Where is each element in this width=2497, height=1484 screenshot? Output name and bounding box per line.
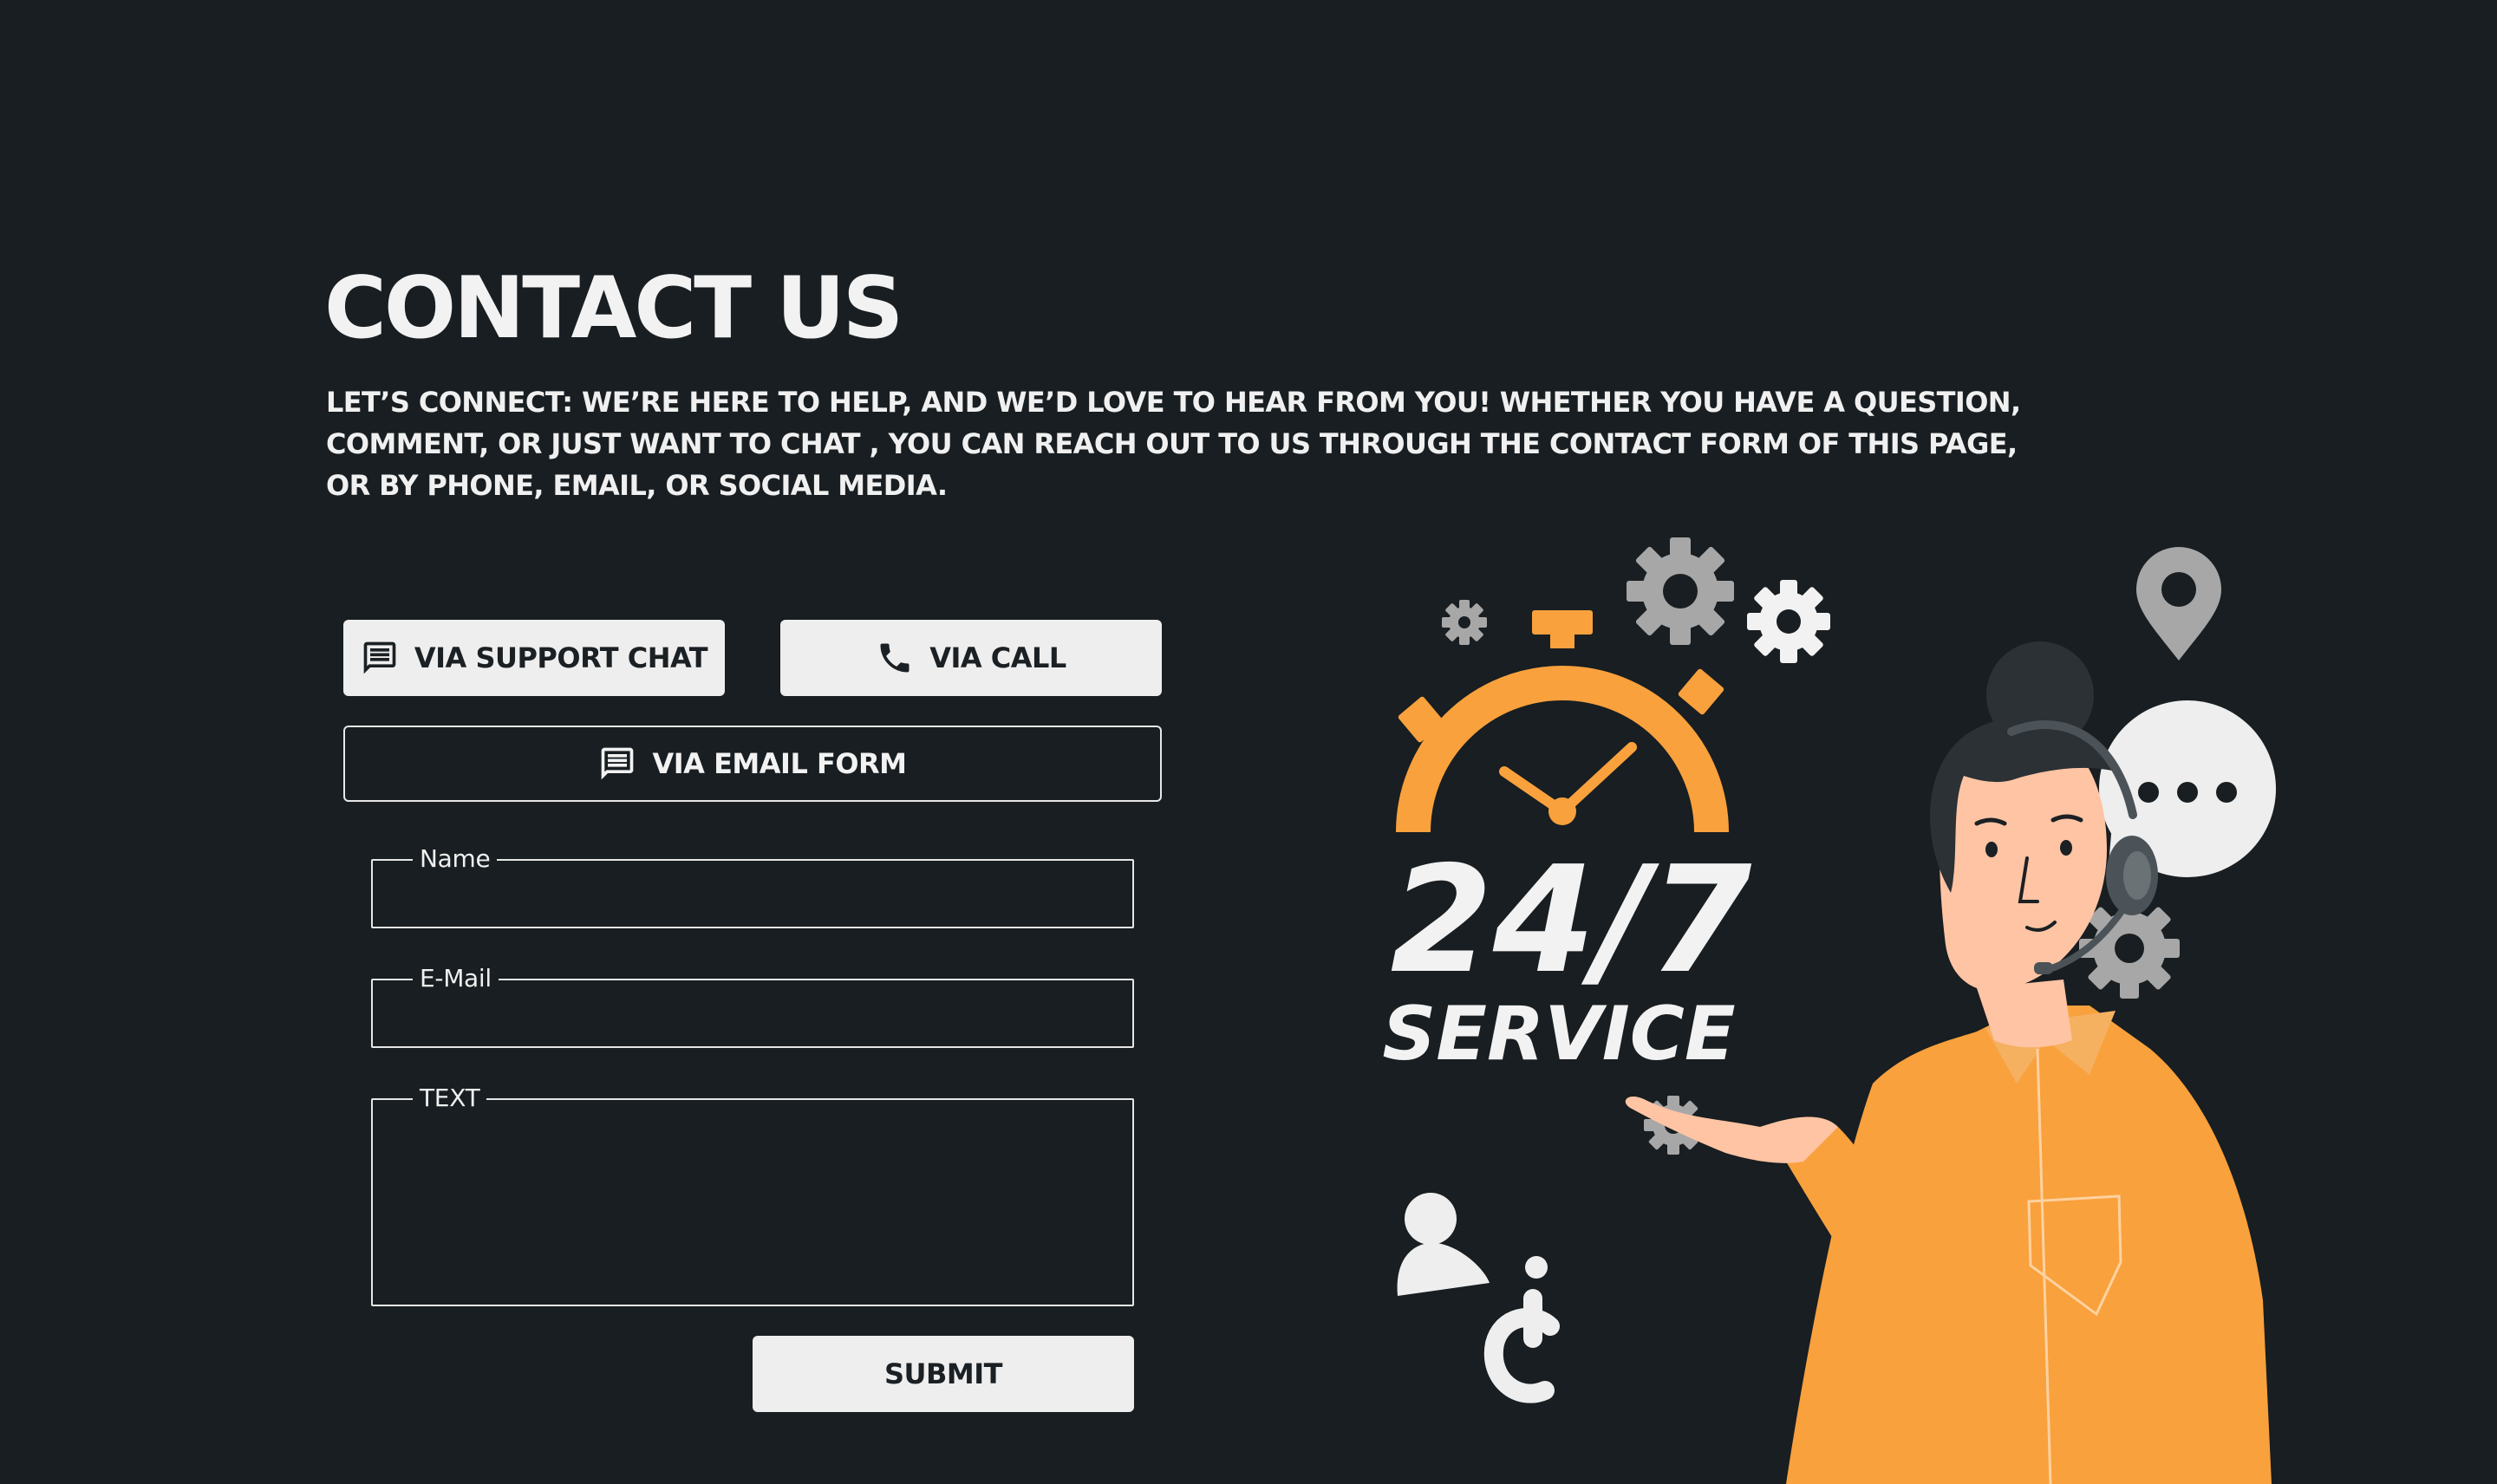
via-email-form-label: VIA EMAIL FORM <box>652 747 907 780</box>
submit-button[interactable]: SUBMIT <box>753 1336 1134 1412</box>
question-mark-icon <box>1483 1256 1560 1403</box>
via-call-label: VIA CALL <box>929 641 1066 674</box>
text-label: TEXT <box>413 1084 487 1112</box>
page-title: CONTACT US <box>324 259 903 358</box>
location-pin-icon <box>2136 547 2221 661</box>
via-support-chat-button[interactable]: VIA SUPPORT CHAT <box>343 620 725 696</box>
chat-icon <box>361 639 399 677</box>
name-label: Name <box>413 845 498 873</box>
subheadline-text: SERVICE <box>1382 991 1735 1077</box>
via-call-button[interactable]: VIA CALL <box>780 620 1162 696</box>
via-email-form-button[interactable]: VIA EMAIL FORM <box>343 726 1162 802</box>
name-field: Name <box>371 845 1134 928</box>
email-label: E-Mail <box>413 965 499 993</box>
submit-label: SUBMIT <box>884 1357 1003 1390</box>
text-field: TEXT <box>371 1084 1134 1306</box>
customer-service-illustration: 24/7 SERVICE <box>1382 537 2276 1484</box>
headline-text: 24/7 <box>1391 835 1752 1006</box>
via-support-chat-label: VIA SUPPORT CHAT <box>414 641 708 674</box>
user-icon <box>1397 1193 1490 1296</box>
phone-icon <box>876 639 914 677</box>
chat-icon <box>598 745 636 783</box>
email-field: E-Mail <box>371 965 1134 1048</box>
message-textarea[interactable] <box>373 1100 1132 1305</box>
intro-text: LET’S CONNECT: WE’RE HERE TO HELP, AND W… <box>326 386 2021 502</box>
